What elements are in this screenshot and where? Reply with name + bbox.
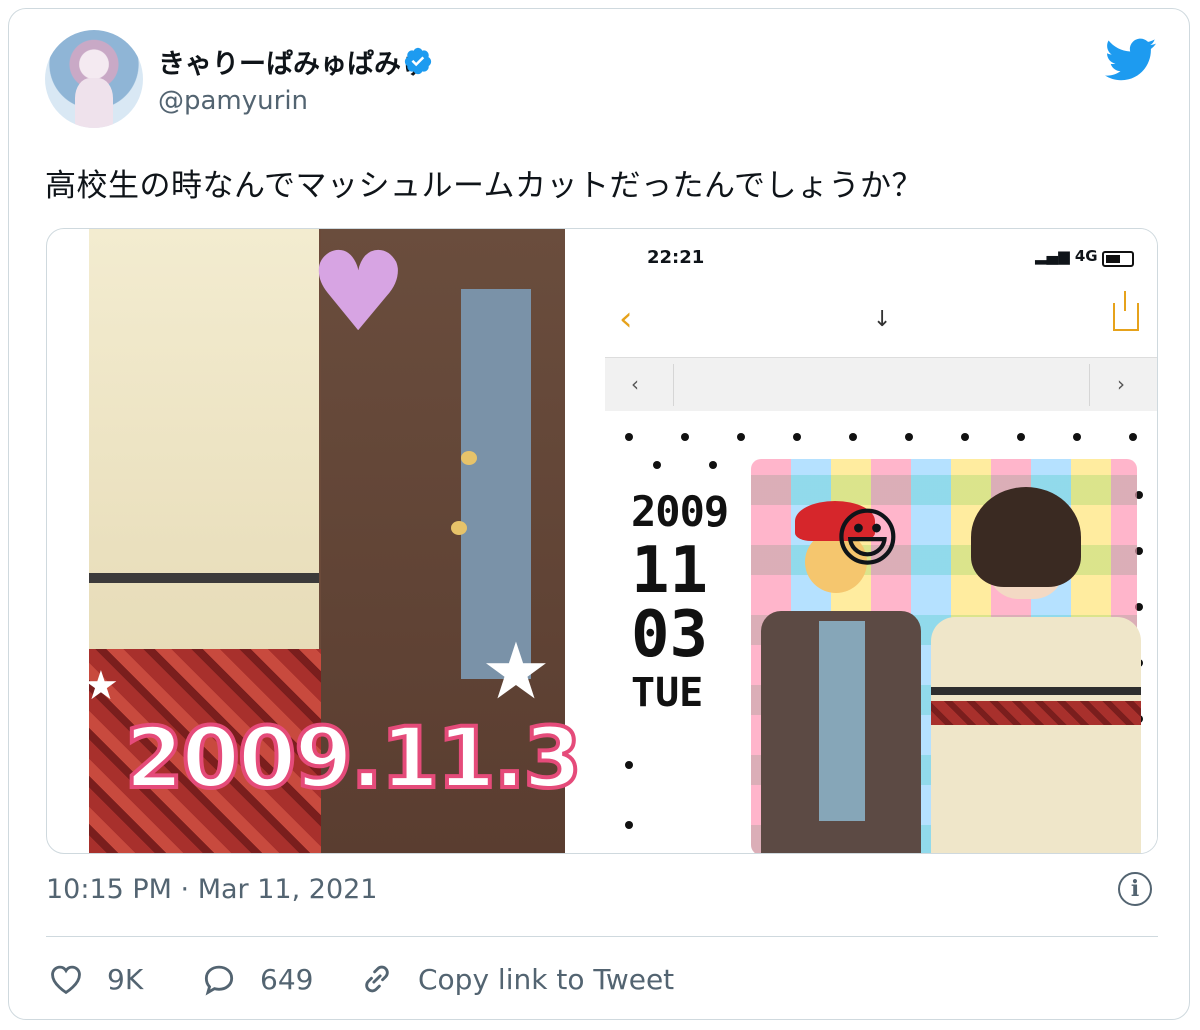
info-icon[interactable] xyxy=(1118,872,1152,906)
status-signal: ▂▄▆ 4G xyxy=(1035,247,1098,265)
blue-shirt xyxy=(819,621,865,821)
polka-dot xyxy=(1017,433,1025,441)
reply-bubble-icon xyxy=(204,965,234,996)
jacket-button xyxy=(461,451,477,465)
polka-dot xyxy=(709,461,717,469)
polka-dot xyxy=(793,433,801,441)
polka-dot xyxy=(905,433,913,441)
sweater-stripe xyxy=(89,573,319,583)
display-name[interactable]: きゃりーぱみゅぱみゅ xyxy=(158,42,428,81)
like-button[interactable]: 9K xyxy=(47,960,143,998)
network-type: 4G xyxy=(1074,247,1098,265)
polka-dot xyxy=(625,761,633,769)
copy-link-button[interactable]: Copy link to Tweet xyxy=(358,960,674,998)
print-day: 03 xyxy=(631,598,709,672)
link-icon xyxy=(365,965,389,993)
heart-icon xyxy=(51,965,81,995)
polka-dot xyxy=(737,433,745,441)
tweet-media[interactable]: ♥ ★ ★ 2009.11.3 22:21 ▂▄▆ 4G ‹ ↓ ‹ › 😃 2… xyxy=(46,228,1158,854)
print-month: 11 xyxy=(631,534,709,608)
sweater-stripe xyxy=(931,687,1141,695)
print-year: 2009 xyxy=(631,487,729,536)
polka-dot xyxy=(1129,433,1137,441)
back-chevron-icon[interactable]: ‹ xyxy=(619,299,633,339)
divider xyxy=(46,936,1158,937)
tweet-timestamp[interactable]: 10:15 PM · Mar 11, 2021 xyxy=(46,874,377,905)
signal-bars-icon: ▂▄▆ xyxy=(1035,247,1070,265)
polka-dot xyxy=(1073,433,1081,441)
polka-dot xyxy=(849,433,857,441)
polka-dot xyxy=(625,821,633,829)
heart-sticker-icon: ♥ xyxy=(309,228,408,356)
polka-dot xyxy=(653,461,661,469)
person-right xyxy=(931,487,1141,853)
copy-link-label: Copy link to Tweet xyxy=(418,962,675,996)
star-sticker-icon: ★ xyxy=(481,627,551,717)
like-count: 9K xyxy=(107,962,144,996)
verified-badge-icon xyxy=(404,47,432,75)
print-date-stamp: 2009 11 03 TUE xyxy=(631,487,729,716)
avatar[interactable] xyxy=(45,30,143,128)
plaid-skirt xyxy=(931,701,1141,725)
prev-chevron-icon[interactable]: ‹ xyxy=(631,372,639,396)
blue-cardigan xyxy=(461,289,531,679)
reply-button[interactable]: 649 xyxy=(200,960,313,998)
mushroom-haircut xyxy=(971,487,1081,587)
star-sticker-icon: ★ xyxy=(83,663,119,709)
polka-dot xyxy=(625,433,633,441)
toolbar-separator xyxy=(1089,364,1090,406)
twitter-bird-icon[interactable] xyxy=(1105,38,1157,82)
toolbar-separator xyxy=(673,364,674,406)
polka-dot xyxy=(681,433,689,441)
smiley-face-icon: 😃 xyxy=(834,502,901,576)
sweater xyxy=(89,229,319,659)
cream-sweater xyxy=(931,617,1141,853)
status-time: 22:21 xyxy=(647,247,705,268)
download-arrow-icon[interactable]: ↓ xyxy=(873,307,891,332)
jacket-button xyxy=(451,521,467,535)
purikura-photo-left[interactable]: ♥ ★ ★ 2009.11.3 xyxy=(83,228,584,853)
photo-date-stamp: 2009.11.3 xyxy=(123,707,584,809)
share-icon[interactable] xyxy=(1113,291,1139,331)
reply-count: 649 xyxy=(260,962,314,996)
purikura-print: 😃 2009 11 03 TUE xyxy=(605,411,1157,853)
user-handle[interactable]: @pamyurin xyxy=(158,86,308,116)
polka-dot xyxy=(961,433,969,441)
battery-icon xyxy=(1102,251,1134,267)
phone-screenshot[interactable]: 22:21 ▂▄▆ 4G ‹ ↓ ‹ › 😃 2009 11 03 TUE xyxy=(605,229,1157,853)
next-chevron-icon[interactable]: › xyxy=(1117,372,1125,396)
viewer-toolbar: ‹ › xyxy=(605,357,1157,413)
tweet-text: 高校生の時なんでマッシュルームカットだったんでしょうか？ xyxy=(45,168,923,204)
print-weekday: TUE xyxy=(631,670,704,716)
